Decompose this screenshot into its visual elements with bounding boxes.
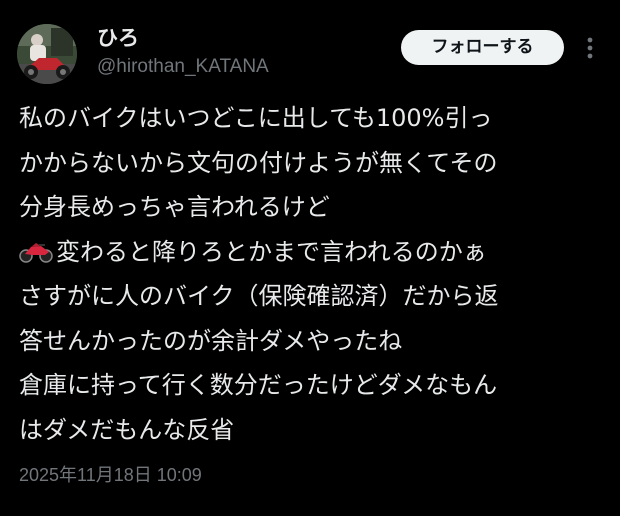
- motorcycle-emoji-icon: [19, 233, 53, 263]
- user-handle[interactable]: @hirothan_KATANA: [97, 54, 269, 80]
- follow-button[interactable]: フォローする: [401, 30, 564, 65]
- post-line: 私のバイクはいつどこに出しても100%引っ: [19, 104, 493, 132]
- avatar[interactable]: [17, 24, 77, 84]
- post-line: 倉庫に持って行く数分だったけどダメなもん: [19, 371, 498, 399]
- post-card: ひろ @hirothan_KATANA フォローする 私のバイクはいつどこに出し…: [0, 0, 620, 516]
- post-line: はダメだもんな反省: [19, 415, 235, 444]
- post-line: さすがに人のバイク（保険確認済）だから返: [19, 282, 499, 310]
- post-line: 答せんかったのが余計ダメやったね: [19, 326, 403, 355]
- post-line-text: 変わると降りろとかまで言われるのかぁ: [56, 237, 487, 266]
- more-vertical-icon[interactable]: [582, 32, 598, 64]
- post-timestamp[interactable]: 2025年11月18日 10:09: [19, 462, 202, 488]
- user-display-name[interactable]: ひろ: [97, 24, 139, 52]
- post-line: かからないから文句の付けようが無くてその: [19, 148, 498, 177]
- post-text: 私のバイクはいつどこに出しても100%引っ かからないから文句の付けようが無くて…: [19, 96, 611, 452]
- post-line: 分身長めっちゃ言われるけど: [19, 193, 330, 221]
- post-line-with-emoji: 変わると降りろとかまで言われるのかぁ: [19, 230, 611, 275]
